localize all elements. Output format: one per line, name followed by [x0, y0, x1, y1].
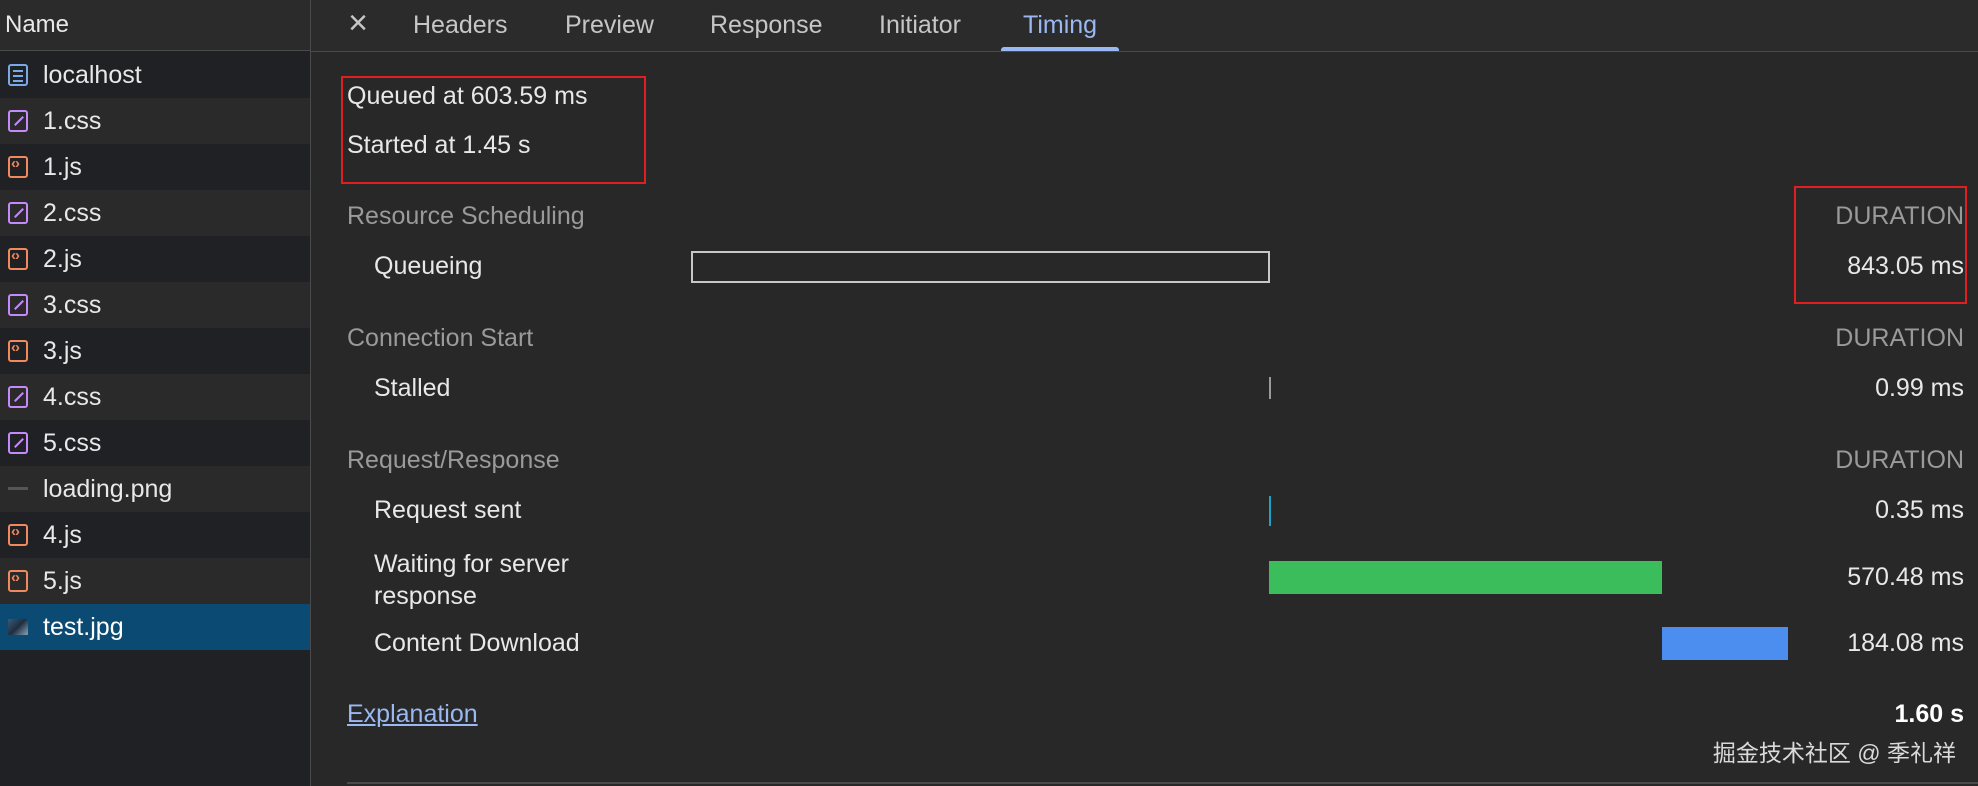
stylesheet-icon: [8, 432, 28, 454]
request-row[interactable]: 3.js: [0, 328, 310, 374]
timing-panel: Queued at 603.59 ms Started at 1.45 s Re…: [311, 52, 1978, 786]
queueing-bar: [691, 251, 1270, 283]
image-thumbnail-icon: [8, 478, 28, 500]
queued-at-text: Queued at 603.59 ms: [347, 82, 588, 110]
request-name: 5.js: [43, 566, 82, 595]
row-label-queueing: Queueing: [374, 252, 483, 280]
stylesheet-icon: [8, 110, 28, 132]
document-icon: [8, 64, 28, 86]
tab-response[interactable]: Response: [710, 0, 823, 51]
started-at-text: Started at 1.45 s: [347, 131, 531, 159]
request-row[interactable]: test.jpg: [0, 604, 310, 650]
request-row[interactable]: 4.js: [0, 512, 310, 558]
request-list: localhost 1.css 1.js 2.css 2.js 3.css 3.js 4.cs…: [0, 52, 310, 650]
watermark-text: 掘金技术社区 @ 季礼祥: [1712, 740, 1956, 766]
request-name: test.jpg: [43, 612, 124, 641]
request-name: 4.css: [43, 382, 102, 411]
row-label-request-sent: Request sent: [374, 496, 522, 524]
request-name: loading.png: [43, 474, 173, 503]
stylesheet-icon: [8, 202, 28, 224]
row-value-waiting: 570.48 ms: [1847, 563, 1964, 591]
request-name: 1.js: [43, 152, 82, 181]
duration-header: DURATION: [1835, 446, 1964, 474]
detail-tab-bar: × Headers Preview Response Initiator Tim…: [311, 0, 1978, 52]
request-sent-bar: [1269, 496, 1271, 526]
row-value-stalled: 0.99 ms: [1875, 374, 1964, 402]
request-row[interactable]: 5.js: [0, 558, 310, 604]
request-name: 3.css: [43, 290, 102, 319]
row-value-content-download: 184.08 ms: [1847, 629, 1964, 657]
script-icon: [8, 523, 28, 546]
row-label-waiting: Waiting for server response: [374, 550, 569, 610]
request-name: localhost: [43, 60, 142, 89]
close-icon[interactable]: ×: [341, 6, 375, 40]
request-row[interactable]: 5.css: [0, 420, 310, 466]
request-name: 4.js: [43, 520, 82, 549]
total-duration: 1.60 s: [1894, 700, 1964, 728]
stylesheet-icon: [8, 294, 28, 316]
section-title-resource-scheduling: Resource Scheduling: [347, 202, 585, 230]
image-thumbnail-icon: [8, 619, 28, 635]
tab-timing[interactable]: Timing: [1000, 0, 1120, 51]
duration-header: DURATION: [1835, 324, 1964, 352]
name-column-header[interactable]: Name: [0, 0, 310, 51]
waiting-bar: [1269, 561, 1662, 594]
row-value-queueing: 843.05 ms: [1847, 252, 1964, 280]
row-value-request-sent: 0.35 ms: [1875, 496, 1964, 524]
script-icon: [8, 339, 28, 362]
request-name: 3.js: [43, 336, 82, 365]
request-list-pane: Name localhost 1.css 1.js 2.css 2.js 3.css 3.j…: [0, 0, 311, 786]
script-icon: [8, 247, 28, 270]
section-title-request-response: Request/Response: [347, 446, 560, 474]
duration-header: DURATION: [1835, 202, 1964, 230]
script-icon: [8, 155, 28, 178]
script-icon: [8, 569, 28, 592]
tab-preview[interactable]: Preview: [565, 0, 654, 51]
request-name: 5.css: [43, 428, 102, 457]
request-row[interactable]: loading.png: [0, 466, 310, 512]
request-row[interactable]: localhost: [0, 52, 310, 98]
request-name: 2.js: [43, 244, 82, 273]
request-name: 2.css: [43, 198, 102, 227]
request-row[interactable]: 3.css: [0, 282, 310, 328]
request-row[interactable]: 1.css: [0, 98, 310, 144]
content-download-bar: [1662, 627, 1788, 660]
request-row[interactable]: 2.css: [0, 190, 310, 236]
request-row[interactable]: 2.js: [0, 236, 310, 282]
stylesheet-icon: [8, 386, 28, 408]
request-name: 1.css: [43, 106, 102, 135]
row-label-stalled: Stalled: [374, 374, 451, 402]
row-label-content-download: Content Download: [374, 629, 580, 657]
section-title-connection-start: Connection Start: [347, 324, 534, 352]
divider: [347, 782, 1978, 784]
request-row[interactable]: 4.css: [0, 374, 310, 420]
tab-initiator[interactable]: Initiator: [879, 0, 961, 51]
stalled-bar: [1269, 377, 1271, 399]
tab-headers[interactable]: Headers: [413, 0, 508, 51]
explanation-link[interactable]: Explanation: [347, 700, 478, 729]
request-row[interactable]: 1.js: [0, 144, 310, 190]
